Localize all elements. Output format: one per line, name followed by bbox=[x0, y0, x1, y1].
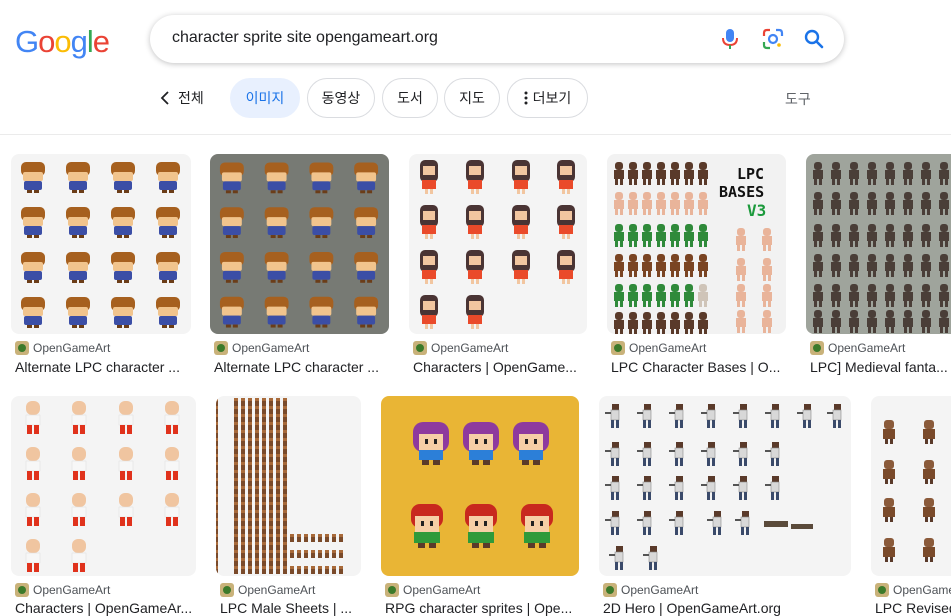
result-source-label: OpenGameArt bbox=[403, 583, 481, 597]
site-favicon-icon bbox=[603, 583, 617, 597]
search-input[interactable]: character sprite site opengameart.org bbox=[172, 29, 438, 47]
result-source[interactable]: OpenGameArt bbox=[15, 583, 110, 597]
site-favicon-icon bbox=[214, 341, 228, 355]
result-source[interactable]: OpenGameArt bbox=[15, 341, 110, 355]
result-thumbnail[interactable] bbox=[409, 154, 587, 334]
tab-videos[interactable]: 동영상 bbox=[307, 78, 375, 118]
result-source-label: OpenGameArt bbox=[431, 341, 509, 355]
tab-images-label: 이미지 bbox=[245, 90, 285, 106]
result-thumbnail[interactable] bbox=[11, 154, 191, 334]
result-title[interactable]: Characters | OpenGame... bbox=[413, 359, 585, 375]
tab-videos-label: 동영상 bbox=[321, 90, 361, 106]
result-thumbnail[interactable] bbox=[871, 396, 951, 576]
result-source-label: OpenGameArt bbox=[621, 583, 699, 597]
result-thumbnail[interactable]: LPC BASES V3 bbox=[607, 154, 786, 334]
site-favicon-icon bbox=[15, 341, 29, 355]
site-favicon-icon bbox=[810, 341, 824, 355]
tab-maps-label: 지도 bbox=[459, 90, 485, 106]
more-vert-icon bbox=[524, 91, 528, 105]
result-source-label: OpenGameArt bbox=[33, 341, 111, 355]
result-source-label: OpenGameArt bbox=[629, 341, 707, 355]
result-source-label: OpenGameArt bbox=[828, 341, 906, 355]
header-divider bbox=[0, 134, 951, 135]
result-source[interactable]: OpenGameArt bbox=[810, 341, 905, 355]
result-title[interactable]: Alternate LPC character ... bbox=[214, 359, 386, 375]
result-source-label: OpenGameArt bbox=[238, 583, 316, 597]
result-source[interactable]: OpenGameArt bbox=[603, 583, 698, 597]
result-thumbnail[interactable] bbox=[216, 396, 361, 576]
result-title[interactable]: LPC] Medieval fanta... bbox=[810, 359, 950, 375]
google-logo[interactable]: Google bbox=[15, 24, 110, 60]
result-thumbnail[interactable] bbox=[11, 396, 196, 576]
search-icon[interactable] bbox=[802, 27, 826, 51]
search-box[interactable]: character sprite site opengameart.org bbox=[150, 15, 844, 63]
result-title[interactable]: Characters | OpenGameAr... bbox=[15, 600, 193, 616]
google-lens-icon[interactable] bbox=[761, 27, 785, 51]
tab-all[interactable]: 전체 bbox=[160, 78, 204, 118]
chevron-left-icon bbox=[160, 91, 169, 105]
result-title[interactable]: LPC Male Sheets | ... bbox=[220, 600, 360, 616]
site-favicon-icon bbox=[611, 341, 625, 355]
tab-all-label: 전체 bbox=[178, 90, 204, 106]
result-source[interactable]: OpenGameArt bbox=[413, 341, 508, 355]
tab-books-label: 도서 bbox=[397, 90, 423, 106]
result-title[interactable]: RPG character sprites | Ope... bbox=[385, 600, 577, 616]
result-source[interactable]: OpenGameArt bbox=[214, 341, 309, 355]
result-title[interactable]: LPC Revised bbox=[875, 600, 951, 616]
tab-books[interactable]: 도서 bbox=[382, 78, 438, 118]
result-source[interactable]: OpenGameArt bbox=[385, 583, 480, 597]
lpc-title-line1: LPC bbox=[737, 165, 764, 183]
result-source[interactable]: OpenGameArt bbox=[611, 341, 706, 355]
site-favicon-icon bbox=[413, 341, 427, 355]
search-tabs: 전체 이미지 동영상 도서 지도 더보기 도구 bbox=[0, 78, 951, 118]
result-source[interactable]: OpenGameArt bbox=[875, 583, 951, 597]
site-favicon-icon bbox=[15, 583, 29, 597]
tab-more[interactable]: 더보기 bbox=[507, 78, 588, 118]
result-thumbnail[interactable] bbox=[381, 396, 579, 576]
mic-icon[interactable] bbox=[718, 27, 742, 51]
site-favicon-icon bbox=[875, 583, 889, 597]
result-source-label: OpenGameArt bbox=[232, 341, 310, 355]
tools-button[interactable]: 도구 bbox=[785, 89, 811, 109]
tab-maps[interactable]: 지도 bbox=[444, 78, 500, 118]
result-title[interactable]: 2D Hero | OpenGameArt.org bbox=[603, 600, 848, 616]
site-favicon-icon bbox=[220, 583, 234, 597]
lpc-title-line2: BASES bbox=[719, 183, 764, 201]
site-favicon-icon bbox=[385, 583, 399, 597]
result-title[interactable]: LPC Character Bases | O... bbox=[611, 359, 783, 375]
result-thumbnail[interactable] bbox=[806, 154, 951, 334]
result-source[interactable]: OpenGameArt bbox=[220, 583, 315, 597]
result-source-label: OpenGameArt bbox=[33, 583, 111, 597]
result-source-label: OpenGameArt bbox=[893, 583, 951, 597]
result-thumbnail[interactable] bbox=[599, 396, 851, 576]
result-thumbnail[interactable] bbox=[210, 154, 389, 334]
lpc-title-line3: V3 bbox=[747, 201, 766, 220]
tab-images[interactable]: 이미지 bbox=[230, 78, 300, 118]
tab-more-label: 더보기 bbox=[532, 90, 572, 106]
result-title[interactable]: Alternate LPC character ... bbox=[15, 359, 187, 375]
